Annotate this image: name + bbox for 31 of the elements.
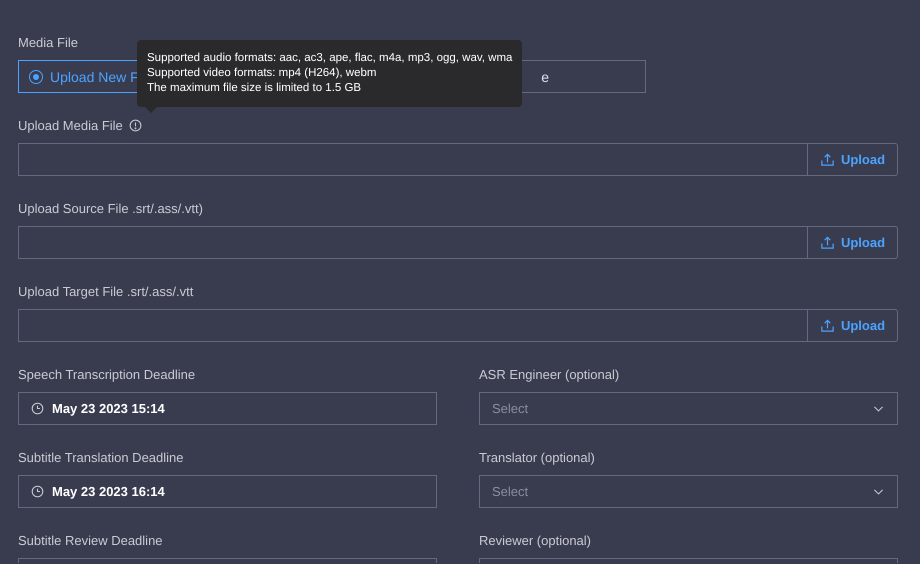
- field-label: Upload Source File .srt/.ass/.vtt): [18, 200, 203, 217]
- field-label: Subtitle Review Deadline: [18, 532, 163, 549]
- file-input-field[interactable]: [18, 143, 808, 176]
- field-label: Upload Target File .srt/.ass/.vtt: [18, 283, 194, 300]
- field-label: Media File: [18, 34, 78, 51]
- field-label: Reviewer (optional): [479, 532, 591, 549]
- field-label: ASR Engineer (optional): [479, 366, 620, 383]
- tooltip-text: The maximum file size is limited to 1.5 GB: [147, 81, 362, 96]
- file-input-field[interactable]: [18, 226, 808, 259]
- select-dropdown[interactable]: Select: [479, 392, 898, 425]
- date-field[interactable]: May 23 2023 15:14: [18, 392, 437, 425]
- file-input-field[interactable]: [18, 309, 808, 342]
- clock-icon: [31, 402, 44, 415]
- upload-icon: [820, 318, 835, 333]
- select-dropdown[interactable]: Select: [479, 475, 898, 508]
- date-field[interactable]: [18, 558, 437, 563]
- field-label: Translator (optional): [479, 449, 595, 466]
- field-label: Upload Media File: [18, 117, 123, 134]
- info-icon: [128, 119, 142, 132]
- upload-icon: [820, 152, 835, 167]
- upload-button[interactable]: Upload: [808, 226, 898, 259]
- select-dropdown[interactable]: [479, 558, 898, 563]
- upload-button[interactable]: Upload: [808, 309, 898, 342]
- field-label: Speech Transcription Deadline: [18, 366, 196, 383]
- upload-icon: [820, 235, 835, 250]
- field-label: Subtitle Translation Deadline: [18, 449, 184, 466]
- date-field[interactable]: May 23 2023 16:14: [18, 475, 437, 508]
- upload-button[interactable]: Upload: [808, 143, 898, 176]
- clock-icon: [31, 485, 44, 498]
- tooltip-text: Supported audio formats: aac, ac3, ape, flac, m4a, mp3, ogg, wav, wma: [147, 51, 512, 66]
- tooltip-text: Supported video formats: mp4 (H264), webm: [147, 66, 378, 81]
